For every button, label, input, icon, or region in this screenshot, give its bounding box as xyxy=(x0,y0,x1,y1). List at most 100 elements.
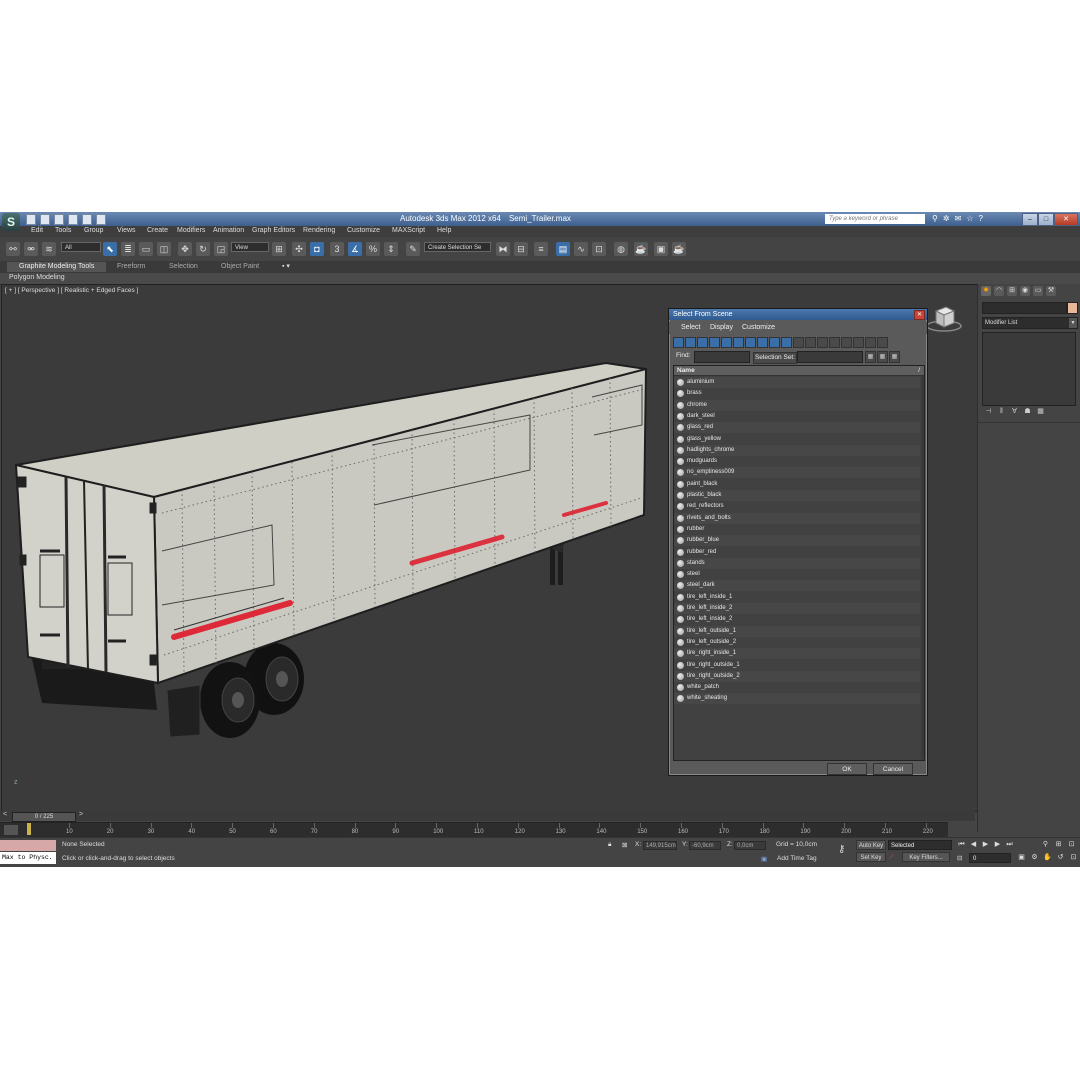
pan-view-icon[interactable]: ✋ xyxy=(1042,853,1053,863)
list-item[interactable]: steel_dark xyxy=(674,580,920,592)
list-item[interactable]: tire_left_outside_1 xyxy=(674,625,920,637)
menu-customize[interactable]: Customize xyxy=(347,227,380,234)
percent-snap-icon[interactable]: % xyxy=(366,242,380,256)
list-item[interactable]: tire_right_outside_1 xyxy=(674,660,920,671)
maximize-button[interactable]: □ xyxy=(1038,213,1054,226)
modify-tab-icon[interactable]: ◠ xyxy=(994,286,1004,296)
list-item[interactable]: steel xyxy=(674,569,920,580)
menu-animation[interactable]: Animation xyxy=(213,227,244,234)
unlink-icon[interactable]: ⚮ xyxy=(24,242,38,256)
polygon-modeling-label[interactable]: Polygon Modeling xyxy=(9,274,65,281)
maximize-viewport-icon[interactable]: ⊡ xyxy=(1068,853,1079,863)
list-item[interactable]: red_reflectors xyxy=(674,501,920,512)
next-frame-icon[interactable]: ▶ xyxy=(993,840,1002,849)
list-item[interactable]: chrome xyxy=(674,399,920,411)
list-item[interactable]: rivets_and_bolts xyxy=(674,512,920,524)
list-item[interactable]: hadlights_chrome xyxy=(674,444,920,456)
angle-snap-icon[interactable]: ∡ xyxy=(348,242,362,256)
filter-cameras-icon[interactable] xyxy=(709,337,720,348)
selection-set-add-icon[interactable]: ▦ xyxy=(865,351,876,363)
filter-bones-icon[interactable] xyxy=(769,337,780,348)
filter-frozen-icon[interactable] xyxy=(793,337,804,348)
time-config-icon[interactable]: ⚙ xyxy=(1029,853,1040,863)
mirror-icon[interactable]: ⧓ xyxy=(496,242,510,256)
x-coordinate-field[interactable]: 149,915cm xyxy=(643,841,677,850)
reference-coordinate-select[interactable]: View xyxy=(231,242,269,252)
list-scrollbar[interactable] xyxy=(921,376,924,759)
previous-frame-icon[interactable]: ◀ xyxy=(969,840,978,849)
curve-editor-icon[interactable]: ∿ xyxy=(574,242,588,256)
chevron-down-icon[interactable]: ▼ xyxy=(1069,318,1077,328)
filter-helpers-icon[interactable] xyxy=(721,337,732,348)
modifier-stack[interactable] xyxy=(982,332,1076,406)
key-icon[interactable]: ⚷ xyxy=(838,844,845,855)
menu-group[interactable]: Group xyxy=(84,227,103,234)
time-slider-thumb[interactable]: 0 / 225 xyxy=(12,812,76,822)
app-logo-icon[interactable]: S xyxy=(2,213,20,231)
named-selection-select[interactable]: Create Selection Se xyxy=(424,242,491,252)
rectangular-selection-icon[interactable]: ▭ xyxy=(139,242,153,256)
menu-views[interactable]: Views xyxy=(117,227,136,234)
close-button[interactable]: ✕ xyxy=(1054,213,1078,226)
lock-icon[interactable]: 🔒︎ xyxy=(608,841,611,849)
project-folder-icon[interactable] xyxy=(96,214,106,225)
subscription-icon[interactable]: ✲ xyxy=(943,214,950,224)
keyboard-shortcut-override-icon[interactable]: ◘ xyxy=(310,242,324,256)
filter-hidden-icon[interactable] xyxy=(805,337,816,348)
current-frame-marker[interactable] xyxy=(27,823,31,835)
tab-object-paint[interactable]: Object Paint xyxy=(221,262,259,272)
list-item[interactable]: tire_left_outside_2 xyxy=(674,637,920,648)
help-icon[interactable]: ? xyxy=(978,214,982,224)
list-item[interactable]: glass_red xyxy=(674,422,920,434)
filter-geometry-icon[interactable] xyxy=(673,337,684,348)
schematic-view-icon[interactable]: ⊡ xyxy=(592,242,606,256)
render-production-icon[interactable]: ☕ xyxy=(672,242,686,256)
list-item[interactable]: white_sheating xyxy=(674,693,920,705)
select-invert-icon[interactable] xyxy=(841,337,852,348)
menu-modifiers[interactable]: Modifiers xyxy=(177,227,205,234)
window-crossing-icon[interactable]: ◫ xyxy=(157,242,171,256)
current-frame-field[interactable]: 0 xyxy=(969,853,1011,863)
selection-filter-select[interactable]: All xyxy=(61,242,101,252)
selection-set-edit-icon[interactable]: ▦ xyxy=(889,351,900,363)
list-item[interactable]: brass xyxy=(674,388,920,399)
filter-shapes-icon[interactable] xyxy=(685,337,696,348)
list-item[interactable]: no_emptiness009 xyxy=(674,467,920,479)
render-setup-icon[interactable]: ☕ xyxy=(634,242,648,256)
dialog-close-icon[interactable]: ✕ xyxy=(914,310,925,320)
set-key-button[interactable]: Set Key xyxy=(856,852,886,862)
list-item[interactable]: paint_black xyxy=(674,479,920,490)
favorites-icon[interactable]: ☆ xyxy=(966,214,973,224)
make-unique-icon[interactable]: ∀ xyxy=(1010,407,1019,416)
snaps-toggle-icon[interactable]: 3 xyxy=(330,242,344,256)
filter-containers-icon[interactable] xyxy=(781,337,792,348)
zoom-all-icon[interactable]: ⊞ xyxy=(1053,840,1064,850)
viewcube-icon[interactable] xyxy=(926,305,962,333)
select-object-icon[interactable]: ⬉ xyxy=(103,242,117,256)
menu-help[interactable]: Help xyxy=(437,227,451,234)
go-to-end-icon[interactable]: ⏭ xyxy=(1005,840,1014,849)
list-item[interactable]: rubber_blue xyxy=(674,535,920,547)
filter-lights-icon[interactable] xyxy=(697,337,708,348)
hierarchy-tab-icon[interactable]: ⊞ xyxy=(1007,286,1017,296)
zoom-extents-icon[interactable]: ⊡ xyxy=(1066,840,1077,850)
y-coordinate-field[interactable]: -60,9cm xyxy=(689,841,721,850)
list-item[interactable]: rubber xyxy=(674,524,920,535)
list-item[interactable]: mudguards xyxy=(674,456,920,467)
menu-edit[interactable]: Edit xyxy=(31,227,43,234)
tab-freeform[interactable]: Freeform xyxy=(117,262,145,272)
bind-space-warp-icon[interactable]: ≋ xyxy=(42,242,56,256)
ok-button[interactable]: OK xyxy=(827,763,867,775)
save-file-icon[interactable] xyxy=(54,214,64,225)
rendered-frame-window-icon[interactable]: ▣ xyxy=(654,242,668,256)
list-item[interactable]: dark_steel xyxy=(674,411,920,422)
edit-named-selection-icon[interactable]: ✎ xyxy=(406,242,420,256)
auto-key-button[interactable]: Auto Key xyxy=(856,840,886,850)
list-item[interactable]: tire_left_inside_1 xyxy=(674,592,920,603)
layer-manager-icon[interactable]: ≡ xyxy=(534,242,548,256)
key-mode-select[interactable]: Selected xyxy=(888,840,952,850)
key-mode-toggle-icon[interactable]: ⊟ xyxy=(957,854,962,862)
object-name-field[interactable] xyxy=(982,302,1067,314)
undo-icon[interactable] xyxy=(68,214,78,225)
menu-tools[interactable]: Tools xyxy=(55,227,71,234)
